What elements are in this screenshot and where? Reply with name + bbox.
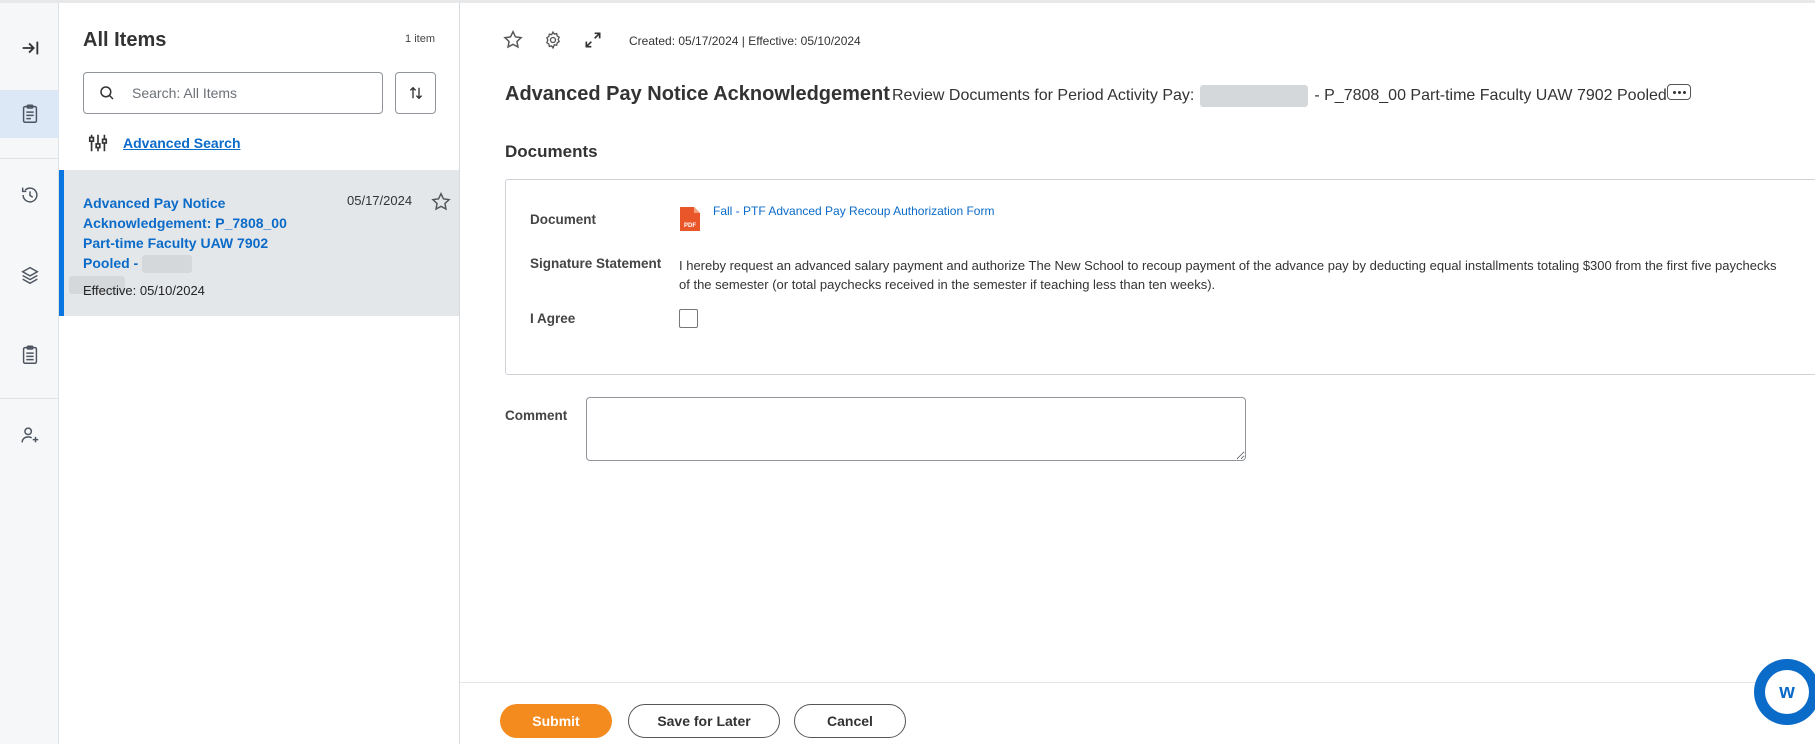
fullscreen-button[interactable] (582, 29, 604, 51)
redacted-name (142, 255, 193, 274)
advanced-search[interactable]: Advanced Search (87, 132, 241, 154)
dot-icon (1672, 90, 1676, 94)
inbox-icon (22, 104, 37, 123)
expand-panel-button[interactable] (0, 24, 59, 72)
action-footer: Submit Save for Later Cancel (460, 682, 1815, 744)
pdf-file-icon: PDF (680, 207, 700, 231)
comment-label: Comment (505, 408, 568, 423)
rail-divider (0, 158, 59, 159)
expand-panel-icon (22, 41, 38, 55)
assistant-launcher[interactable]: w (1754, 659, 1815, 725)
add-person-icon (20, 427, 38, 443)
related-actions-button[interactable] (1667, 84, 1691, 100)
subtitle-suffix: - P_7808_00 Part-time Faculty UAW 7902 P… (1314, 87, 1667, 104)
documents-card: Document PDF Fall - PTF Advanced Pay Rec… (505, 179, 1815, 375)
favorite-button[interactable] (502, 29, 524, 51)
document-label: Document (530, 212, 597, 227)
rail-history-button[interactable] (0, 171, 59, 219)
search-box[interactable] (83, 72, 383, 114)
signature-statement-label: Signature Statement (530, 256, 662, 271)
list-item[interactable]: Advanced Pay Notice Acknowledgement: P_7… (59, 170, 459, 316)
icon-rail (0, 3, 59, 744)
search-input[interactable] (132, 85, 372, 101)
list-title: All Items (83, 29, 167, 51)
agree-checkbox[interactable] (679, 309, 698, 328)
inbox-list-panel: All Items 1 item Advanced Search Advance… (59, 3, 460, 744)
layers-icon (20, 266, 39, 285)
dot-icon (1677, 90, 1681, 94)
cancel-button[interactable]: Cancel (794, 704, 906, 738)
svg-text:PDF: PDF (684, 223, 696, 229)
created-effective-dates: Created: 05/17/2024 | Effective: 05/10/2… (629, 34, 861, 48)
rail-inbox-button[interactable] (0, 90, 59, 138)
page-subtitle: Review Documents for Period Activity Pay… (892, 85, 1667, 107)
list-item-title[interactable]: Advanced Pay Notice Acknowledgement: P_7… (69, 193, 313, 294)
documents-heading: Documents (505, 142, 598, 161)
signature-statement-text: I hereby request an advanced salary paym… (679, 258, 1777, 292)
rail-add-person-button[interactable] (0, 411, 59, 459)
advanced-search-link[interactable]: Advanced Search (123, 135, 241, 151)
list-item-date: 05/17/2024 (347, 193, 413, 208)
fullscreen-icon (585, 32, 601, 48)
comment-field[interactable] (586, 397, 1246, 461)
item-count: 1 item (405, 33, 435, 45)
clipboard-icon (22, 345, 37, 364)
rail-divider (0, 398, 59, 399)
assistant-logo-icon: w (1765, 670, 1809, 714)
settings-button[interactable] (542, 29, 564, 51)
star-icon (503, 30, 523, 49)
star-icon[interactable] (430, 191, 452, 213)
detail-panel: Created: 05/17/2024 | Effective: 05/10/2… (460, 3, 1815, 744)
submit-button[interactable]: Submit (500, 704, 612, 738)
save-for-later-button[interactable]: Save for Later (628, 704, 780, 738)
search-icon (100, 86, 114, 100)
redacted-name (1200, 85, 1309, 107)
document-link[interactable]: Fall - PTF Advanced Pay Recoup Authoriza… (713, 204, 994, 218)
page-title: Advanced Pay Notice Acknowledgement (505, 83, 890, 105)
sort-icon (409, 86, 422, 100)
history-icon (21, 187, 38, 203)
agree-label: I Agree (530, 311, 576, 326)
sort-button[interactable] (395, 72, 436, 114)
subtitle-prefix: Review Documents for Period Activity Pay… (892, 87, 1195, 104)
list-item-effective: Effective: 05/10/2024 (83, 283, 205, 298)
rail-clipboard-button[interactable] (0, 331, 59, 379)
rail-layers-button[interactable] (0, 251, 59, 299)
filter-sliders-icon (88, 134, 108, 152)
gear-icon (545, 30, 561, 50)
dot-icon (1682, 90, 1686, 94)
